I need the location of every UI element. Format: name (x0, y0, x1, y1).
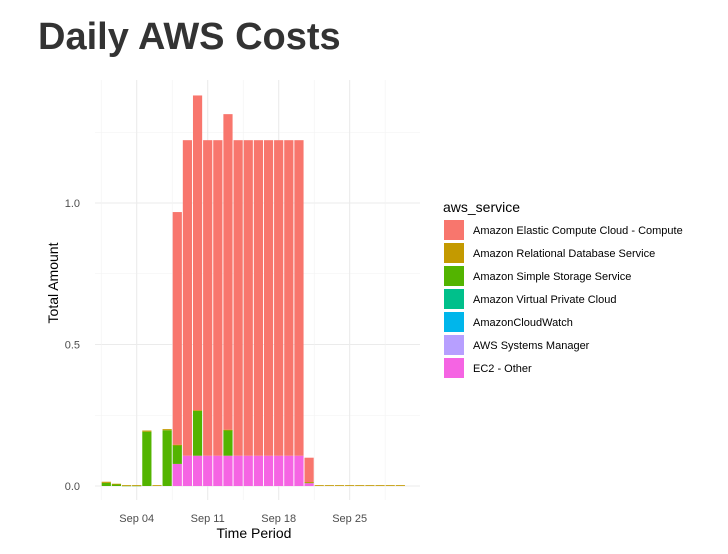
bar-segment (142, 430, 152, 432)
bar-segment (355, 485, 365, 486)
x-tick-label: Sep 04 (119, 513, 154, 525)
bar-segment (324, 485, 334, 486)
bar-segment (253, 140, 263, 456)
legend-swatch (444, 220, 464, 240)
bar-segment (223, 429, 233, 431)
bar-segment (274, 140, 284, 456)
bar-segment (375, 485, 385, 486)
legend-label: Amazon Relational Database Service (473, 248, 655, 260)
bar-segment (203, 140, 213, 456)
bar-segment (101, 482, 111, 486)
bar-segment (182, 455, 193, 486)
bar-segment (263, 455, 274, 486)
bar-segment (223, 429, 233, 456)
bar-segment (274, 455, 284, 486)
bar-segment (223, 455, 233, 486)
y-tick-label: 1.0 (65, 198, 80, 210)
bar-segment (111, 483, 122, 485)
legend-swatch (444, 312, 464, 332)
bar-segment (162, 429, 172, 431)
legend-label: EC2 - Other (473, 363, 532, 375)
bar-segment (213, 140, 223, 456)
x-tick-label: Sep 18 (261, 513, 296, 525)
bar-segment (294, 140, 304, 456)
bar-segment (111, 484, 122, 486)
bar-segment (162, 430, 172, 486)
bar-segment (192, 410, 203, 412)
legend-label: Amazon Elastic Compute Cloud - Compute (473, 225, 683, 237)
legend-swatch (444, 266, 464, 286)
bar-segment (243, 455, 253, 486)
bar-segment (132, 485, 142, 486)
bar-segment (213, 455, 223, 486)
x-tick-label: Sep 11 (191, 513, 225, 525)
bar-segment (284, 455, 294, 486)
bar-segment (243, 140, 253, 456)
x-tick-label: Sep 25 (332, 513, 367, 525)
legend-label: Amazon Virtual Private Cloud (473, 294, 616, 306)
bar-segment (233, 455, 243, 486)
bar-segment (334, 485, 345, 486)
bar-segment (294, 455, 304, 486)
legend-swatch (444, 243, 464, 263)
legend-label: AmazonCloudWatch (473, 317, 573, 329)
bar-segment (192, 95, 203, 411)
bar-segment (304, 483, 314, 486)
bar-segment (395, 485, 405, 486)
legend-swatch (444, 335, 464, 355)
bar-segment (233, 140, 243, 456)
bar-segment (304, 482, 314, 483)
bar-segment (172, 444, 182, 446)
bar-segment (385, 485, 395, 486)
y-axis-title: Total Amount (45, 242, 61, 323)
bar-segment (152, 485, 162, 486)
bar-segment (365, 485, 375, 486)
legend-label: Amazon Simple Storage Service (473, 271, 631, 283)
bar-segment (263, 140, 274, 456)
y-tick-label: 0.5 (65, 340, 80, 352)
legend-swatch (444, 289, 464, 309)
bar-segment (192, 411, 203, 456)
bar-segment (172, 463, 182, 486)
bar-segment (203, 455, 213, 486)
bar-segment (101, 481, 111, 483)
bar-segment (172, 444, 182, 464)
legend-title: aws_service (443, 199, 520, 215)
bar-segment (304, 457, 314, 483)
bar-segment (314, 485, 324, 486)
bar-segment (142, 431, 152, 486)
bar-segment (284, 140, 294, 456)
legend-label: AWS Systems Manager (473, 340, 590, 352)
bar-segment (253, 455, 263, 486)
bar-segment (121, 485, 132, 486)
chart: 0.0 0.5 1.0 Sep 04 Sep 11 Sep 18 Sep 25 Time Pe… (45, 80, 683, 541)
legend-swatch (444, 358, 464, 378)
bar-segment (345, 485, 355, 486)
x-axis-title: Time Period (217, 525, 292, 541)
bar-segment (192, 455, 203, 486)
bar-segment (223, 114, 233, 430)
bar-segment (182, 140, 193, 456)
bar-segment (172, 212, 182, 445)
y-tick-label: 0.0 (65, 481, 80, 493)
